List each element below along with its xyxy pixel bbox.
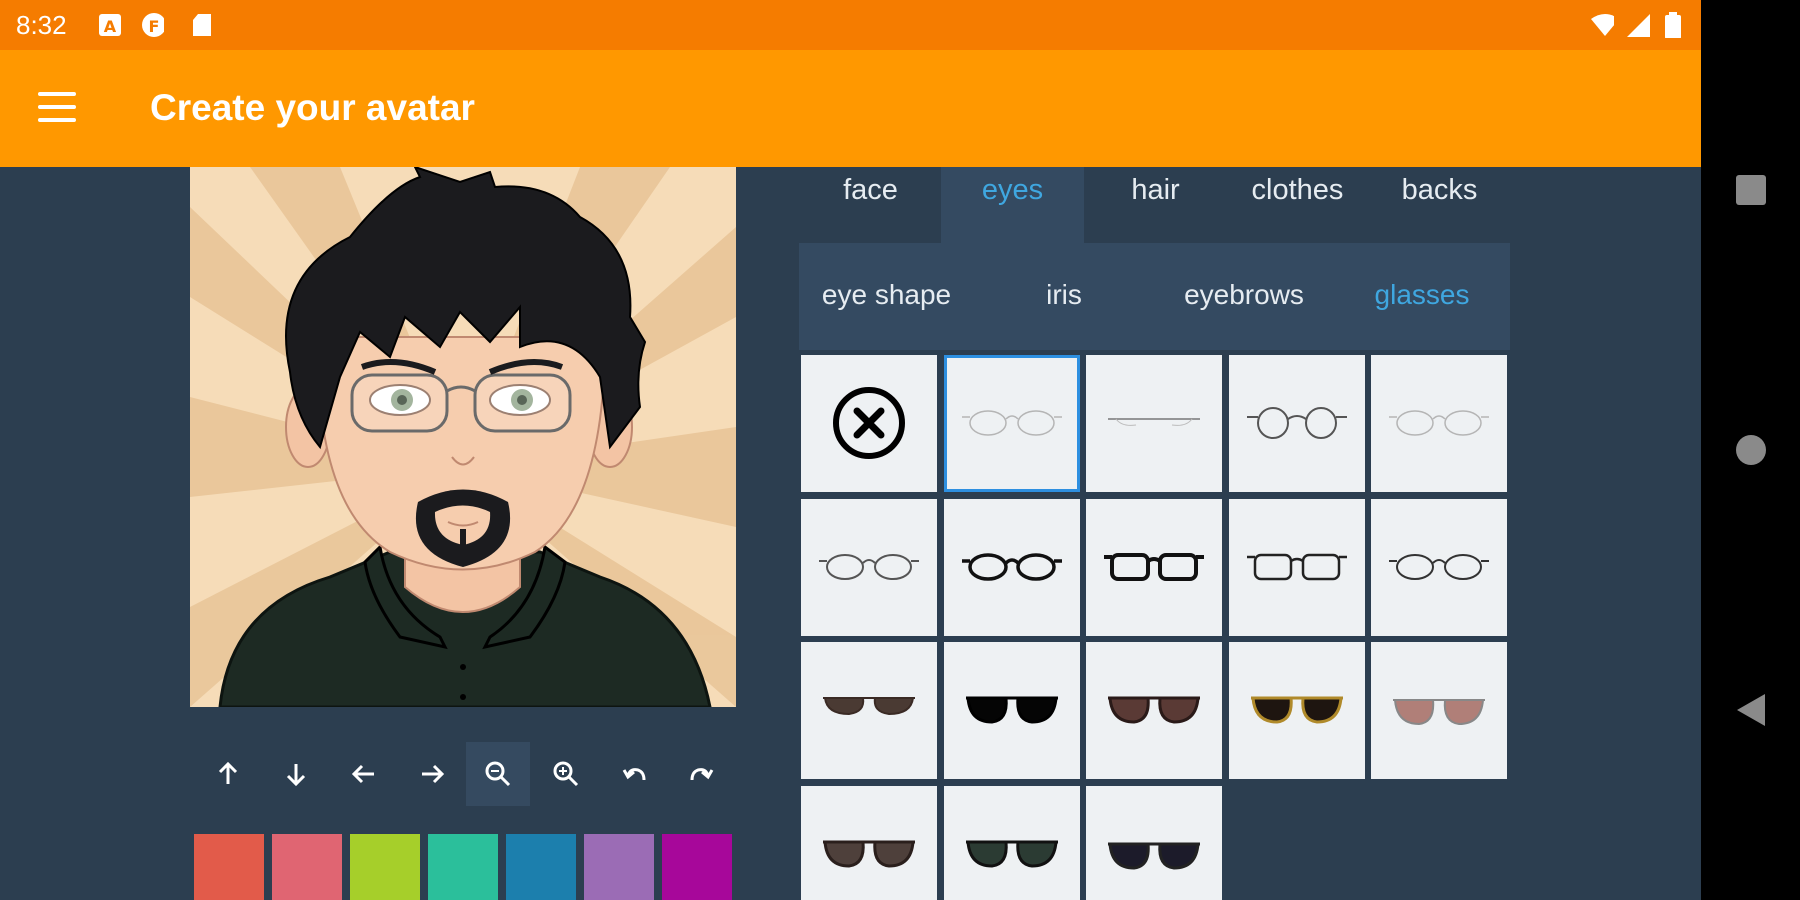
glasses-option[interactable] bbox=[801, 498, 937, 636]
glasses-icon bbox=[823, 840, 915, 868]
glasses-option[interactable] bbox=[1086, 355, 1222, 492]
glasses-icon bbox=[1246, 553, 1347, 580]
color-swatches bbox=[194, 834, 734, 900]
tab-eyes[interactable]: eyes bbox=[941, 167, 1084, 243]
glasses-option[interactable] bbox=[943, 785, 1080, 900]
glasses-icon bbox=[1104, 552, 1204, 581]
redo-icon bbox=[690, 768, 714, 781]
glasses-option[interactable] bbox=[1371, 355, 1507, 492]
avatar-image bbox=[190, 167, 736, 707]
color-swatch[interactable] bbox=[272, 834, 342, 900]
zoom-out-icon bbox=[485, 761, 511, 787]
glasses-option[interactable] bbox=[1371, 498, 1507, 636]
home-icon bbox=[1736, 435, 1766, 465]
color-swatch[interactable] bbox=[506, 834, 576, 900]
recents-icon bbox=[1736, 175, 1766, 205]
battery-icon bbox=[1665, 12, 1681, 38]
glasses-option[interactable] bbox=[801, 785, 937, 900]
category-tabs: face eyes hair clothes backs bbox=[799, 167, 1509, 243]
undo-button[interactable] bbox=[602, 742, 666, 806]
glasses-icon bbox=[1389, 553, 1489, 580]
glasses-option[interactable] bbox=[801, 642, 937, 779]
accessibility-notification-icon: A bbox=[99, 14, 121, 36]
arrow-down-icon bbox=[286, 764, 306, 787]
glasses-icon bbox=[965, 696, 1058, 724]
subtab-eye-shape[interactable]: eye shape bbox=[799, 243, 974, 350]
cellular-signal-icon bbox=[1627, 14, 1650, 37]
glasses-icon bbox=[1108, 842, 1200, 870]
subtab-glasses[interactable]: glasses bbox=[1334, 243, 1510, 350]
navigation-bar bbox=[1701, 0, 1800, 900]
undo-icon bbox=[622, 768, 646, 781]
glasses-option[interactable] bbox=[943, 498, 1080, 636]
arrow-left-icon bbox=[351, 764, 374, 784]
arrow-right-icon bbox=[422, 764, 445, 784]
subtab-iris[interactable]: iris bbox=[974, 243, 1154, 350]
glasses-icon bbox=[1108, 418, 1200, 426]
glasses-icon bbox=[1389, 410, 1489, 436]
tab-backs[interactable]: backs bbox=[1368, 167, 1511, 243]
svg-text:A: A bbox=[104, 17, 117, 36]
zoom-in-button[interactable] bbox=[534, 742, 598, 806]
wifi-icon bbox=[1591, 14, 1614, 36]
menu-icon bbox=[38, 92, 76, 96]
glasses-option[interactable] bbox=[1086, 785, 1222, 900]
no-glasses-option[interactable] bbox=[801, 355, 937, 492]
color-swatch[interactable] bbox=[428, 834, 498, 900]
app-bar: Create your avatar bbox=[0, 50, 1701, 167]
back-button[interactable] bbox=[1735, 692, 1767, 728]
subtab-eyebrows[interactable]: eyebrows bbox=[1154, 243, 1334, 350]
redo-button[interactable] bbox=[670, 742, 734, 806]
color-swatch[interactable] bbox=[194, 834, 264, 900]
glasses-options-grid bbox=[801, 355, 1511, 900]
remove-icon bbox=[833, 387, 905, 459]
glasses-option[interactable] bbox=[1228, 642, 1365, 779]
move-down-button[interactable] bbox=[264, 742, 328, 806]
recents-button[interactable] bbox=[1735, 174, 1767, 206]
arrow-up-icon bbox=[218, 761, 238, 784]
glasses-option[interactable] bbox=[1228, 498, 1365, 636]
zoom-in-icon bbox=[553, 761, 579, 787]
glasses-icon bbox=[961, 552, 1062, 581]
glasses-icon bbox=[1246, 407, 1347, 439]
transform-toolbar bbox=[196, 742, 736, 806]
move-left-button[interactable] bbox=[332, 742, 396, 806]
avatar-preview bbox=[190, 167, 736, 707]
tab-face[interactable]: face bbox=[799, 167, 942, 243]
color-swatch[interactable] bbox=[662, 834, 732, 900]
color-swatch[interactable] bbox=[350, 834, 420, 900]
glasses-icon bbox=[819, 553, 919, 580]
glasses-option[interactable] bbox=[1086, 498, 1222, 636]
svg-text:F: F bbox=[149, 17, 160, 36]
zoom-out-button[interactable] bbox=[466, 742, 530, 806]
glasses-icon bbox=[1393, 699, 1485, 726]
sd-card-icon bbox=[193, 14, 211, 36]
glasses-icon bbox=[965, 840, 1058, 868]
color-swatch[interactable] bbox=[584, 834, 654, 900]
glasses-icon bbox=[823, 697, 915, 716]
menu-button[interactable] bbox=[36, 90, 80, 124]
glasses-icon bbox=[961, 410, 1062, 436]
move-right-button[interactable] bbox=[400, 742, 464, 806]
glasses-option[interactable] bbox=[943, 642, 1080, 779]
back-icon bbox=[1737, 694, 1765, 726]
glasses-option[interactable] bbox=[1228, 355, 1365, 492]
menu-icon-bar bbox=[38, 118, 76, 122]
tab-hair[interactable]: hair bbox=[1084, 167, 1227, 243]
glasses-option[interactable] bbox=[1086, 642, 1222, 779]
glasses-option[interactable] bbox=[1371, 642, 1507, 779]
status-bar: 8:32 A F bbox=[0, 0, 1701, 50]
subcategory-tabs: eye shape iris eyebrows glasses bbox=[799, 243, 1510, 350]
move-up-button[interactable] bbox=[196, 742, 260, 806]
page-title: Create your avatar bbox=[150, 87, 475, 128]
status-time: 8:32 bbox=[16, 10, 67, 40]
glasses-icon bbox=[1108, 696, 1200, 724]
glasses-icon bbox=[1250, 696, 1343, 724]
tab-clothes[interactable]: clothes bbox=[1226, 167, 1369, 243]
app-notification-icon: F bbox=[142, 13, 164, 37]
home-button[interactable] bbox=[1735, 434, 1767, 466]
glasses-option[interactable] bbox=[943, 355, 1080, 492]
menu-icon-bar bbox=[38, 105, 76, 109]
app-window: 8:32 A F Create your avatar face eyes ha… bbox=[0, 0, 1701, 900]
